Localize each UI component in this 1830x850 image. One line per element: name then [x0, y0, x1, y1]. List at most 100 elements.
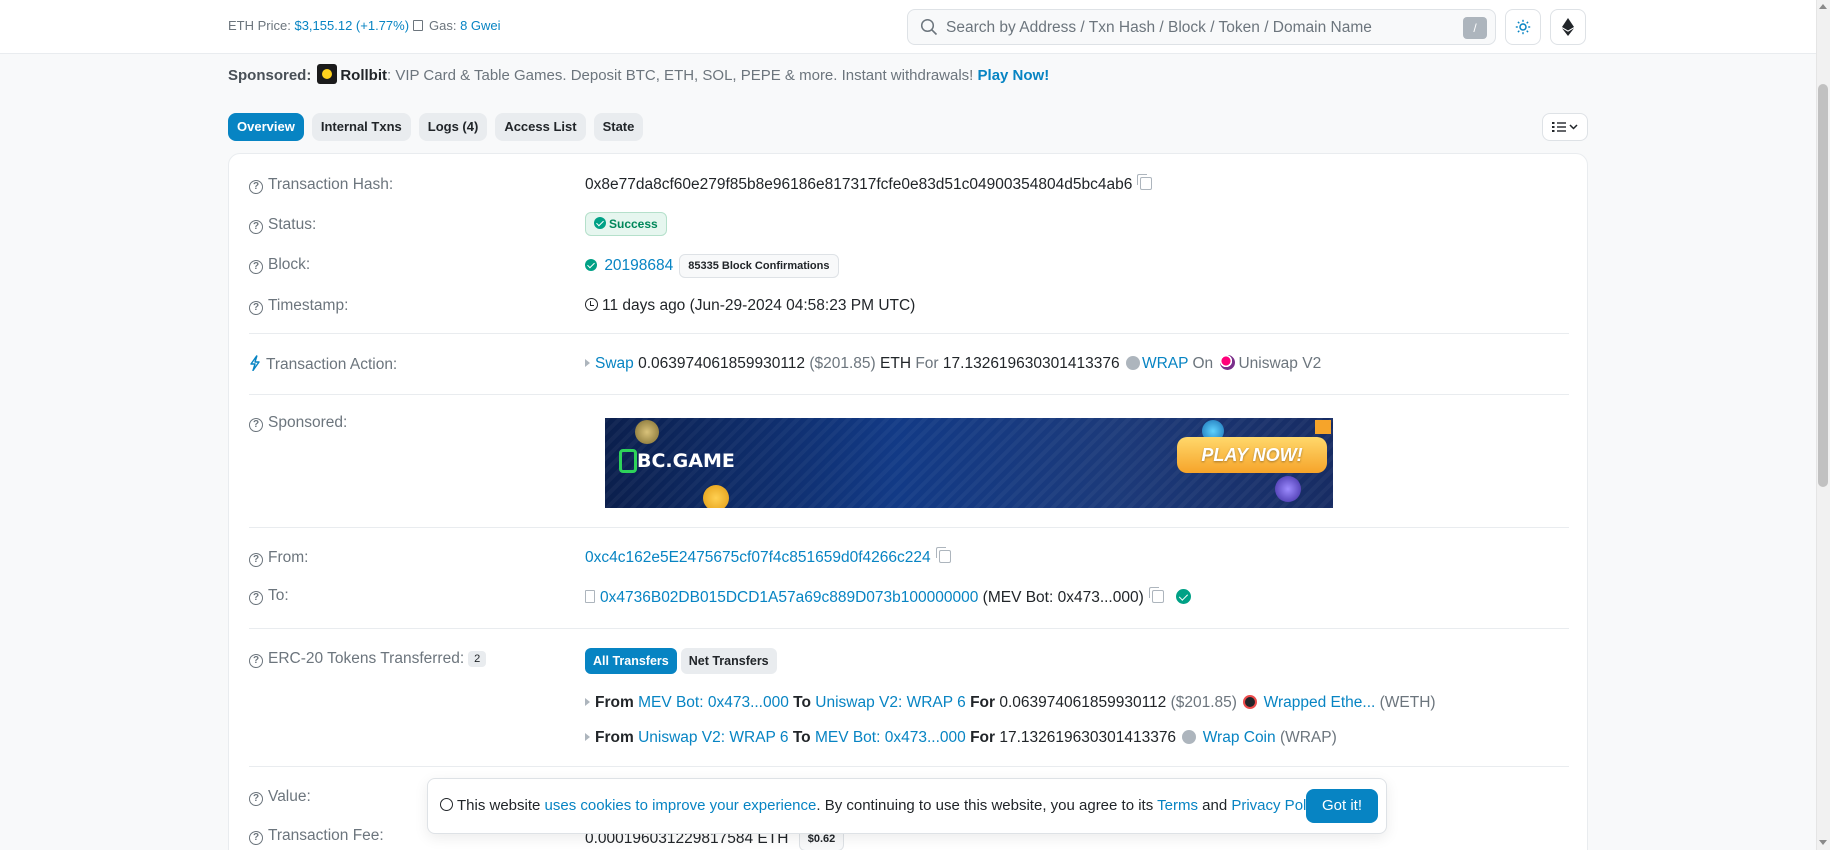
- transfer-row: From Uniswap V2: WRAP 6 To MEV Bot: 0x47…: [585, 729, 1337, 747]
- check-circle-icon: [585, 259, 597, 271]
- weth-token-icon: [1243, 695, 1258, 709]
- uniswap-icon: [1220, 355, 1236, 370]
- search-shortcut-key: /: [1463, 17, 1487, 39]
- gas-value[interactable]: 8 Gwei: [460, 18, 500, 33]
- transfer-from-link[interactable]: Uniswap V2: WRAP 6: [638, 729, 788, 746]
- copy-icon[interactable]: [1148, 587, 1164, 603]
- gas-label: Gas:: [429, 18, 457, 33]
- to-address-name: (MEV Bot: 0x473...000): [982, 589, 1144, 606]
- transaction-tabs: Overview Internal Txns Logs (4) Access L…: [228, 113, 644, 141]
- expand-caret-icon[interactable]: [585, 733, 590, 741]
- tab-access-list[interactable]: Access List: [495, 113, 586, 141]
- top-header: ETH Price: $3,155.12 (+1.77%) Gas: 8 Gwe…: [0, 0, 1816, 54]
- label-status: ? Status:: [249, 216, 316, 234]
- action-token-out-link[interactable]: WRAP: [1142, 355, 1188, 372]
- transfer-token-symbol: (WRAP): [1279, 729, 1337, 746]
- from-value: 0xc4c162e5E2475675cf07f4c851659d0f4266c2…: [585, 547, 951, 567]
- transfer-to-link[interactable]: MEV Bot: 0x473...000: [815, 729, 966, 746]
- transaction-action-value: Swap 0.063974061859930112 ($201.85) ETH …: [585, 355, 1321, 373]
- view-options-button[interactable]: [1542, 113, 1588, 141]
- transaction-overview-card: ? Transaction Hash: 0x8e77da8cf60e279f85b…: [228, 153, 1588, 850]
- expand-caret-icon[interactable]: [585, 698, 590, 706]
- contract-file-icon: [585, 590, 595, 603]
- search-icon: [920, 18, 938, 36]
- help-icon[interactable]: ?: [249, 220, 263, 234]
- help-icon[interactable]: ?: [249, 553, 263, 567]
- action-on-keyword: On: [1192, 355, 1214, 372]
- eth-price: ETH Price: $3,155.12 (+1.77%): [228, 18, 409, 33]
- transfer-from-link[interactable]: MEV Bot: 0x473...000: [638, 694, 789, 711]
- help-icon[interactable]: ?: [249, 591, 263, 605]
- cookie-policy-link[interactable]: uses cookies to improve your experience: [545, 797, 817, 814]
- net-transfers-button[interactable]: Net Transfers: [680, 648, 777, 674]
- eth-price-label: ETH Price:: [228, 18, 291, 33]
- list-check-icon: [1552, 122, 1566, 132]
- banner-play-button[interactable]: PLAY NOW!: [1177, 437, 1327, 473]
- transfer-amount: 17.132619630301413376: [999, 729, 1177, 746]
- action-amount-in-usd: ($201.85): [809, 355, 876, 372]
- sponsor-cta-link[interactable]: Play Now!: [978, 67, 1050, 84]
- label-from: ? From:: [249, 549, 308, 567]
- sponsor-brand[interactable]: Rollbit: [340, 67, 387, 84]
- tab-overview[interactable]: Overview: [228, 113, 304, 141]
- block-value: 20198684 85335 Block Confirmations: [585, 254, 839, 278]
- transfer-to-link[interactable]: Uniswap V2: WRAP 6: [815, 694, 965, 711]
- block-number-link[interactable]: 20198684: [604, 257, 673, 274]
- scroll-up-arrow-icon[interactable]: [1819, 4, 1827, 9]
- cookie-accept-button[interactable]: Got it!: [1306, 789, 1378, 823]
- label-to: ? To:: [249, 587, 289, 605]
- tab-internal-txns[interactable]: Internal Txns: [311, 113, 411, 141]
- coin-icon: [703, 485, 729, 508]
- to-value: 0x4736B02DB015DCD1A57a69c889D073b1000000…: [585, 587, 1191, 607]
- sponsored-ad-banner[interactable]: BC.GAME PLAY NOW!: [605, 418, 1333, 508]
- status-value: Success: [585, 212, 667, 236]
- wrap-token-icon: [1182, 730, 1197, 744]
- coin-icon: [1275, 476, 1301, 502]
- scrollbar-thumb[interactable]: [1818, 84, 1828, 487]
- help-icon[interactable]: ?: [249, 654, 263, 668]
- action-verb-link[interactable]: Swap: [595, 355, 634, 372]
- transfer-token-symbol: (WETH): [1379, 694, 1436, 711]
- copy-icon[interactable]: [935, 547, 951, 563]
- erc20-count-badge: 2: [468, 651, 487, 667]
- help-icon[interactable]: ?: [249, 180, 263, 194]
- gas-price: Gas: 8 Gwei: [413, 18, 501, 33]
- help-icon[interactable]: ?: [249, 792, 263, 806]
- tab-state[interactable]: State: [593, 113, 644, 141]
- to-address-link[interactable]: 0x4736B02DB015DCD1A57a69c889D073b1000000…: [600, 589, 978, 606]
- banner-brand: BC.GAME: [637, 450, 735, 472]
- tab-logs[interactable]: Logs (4): [418, 113, 488, 141]
- divider: [249, 766, 1569, 767]
- expand-caret-icon[interactable]: [585, 359, 590, 367]
- transfer-usd: ($201.85): [1170, 694, 1237, 711]
- eth-price-value[interactable]: $3,155.12 (+1.77%): [294, 18, 409, 33]
- search-input[interactable]: Search by Address / Txn Hash / Block / T…: [907, 9, 1496, 45]
- ad-choices-icon[interactable]: [1315, 420, 1331, 434]
- lightning-icon: [250, 355, 260, 372]
- terms-link[interactable]: Terms: [1157, 797, 1198, 814]
- sun-icon: [1515, 19, 1531, 35]
- transfer-token-link[interactable]: Wrapped Ethe...: [1264, 694, 1376, 711]
- copy-icon[interactable]: [1137, 174, 1153, 190]
- all-transfers-button[interactable]: All Transfers: [585, 648, 677, 674]
- cookie-icon: [440, 798, 453, 811]
- transfer-toggle: All Transfers Net Transfers: [585, 648, 781, 674]
- chevron-down-icon: [1569, 124, 1578, 130]
- scroll-down-arrow-icon[interactable]: [1819, 840, 1827, 845]
- check-circle-icon: [594, 217, 606, 229]
- from-address-link[interactable]: 0xc4c162e5E2475675cf07f4c851659d0f4266c2…: [585, 549, 931, 566]
- help-icon[interactable]: ?: [249, 418, 263, 432]
- network-switch-button[interactable]: [1550, 9, 1586, 45]
- clock-icon: [585, 298, 598, 311]
- sponsored-banner-text: Sponsored: Rollbit: VIP Card & Table Game…: [228, 64, 1049, 84]
- label-transaction-fee: ? Transaction Fee:: [249, 827, 384, 845]
- theme-toggle-button[interactable]: [1505, 9, 1541, 45]
- help-icon[interactable]: ?: [249, 260, 263, 274]
- divider: [249, 527, 1569, 528]
- help-icon[interactable]: ?: [249, 301, 263, 315]
- transfer-token-link[interactable]: Wrap Coin: [1203, 729, 1276, 746]
- help-icon[interactable]: ?: [249, 831, 263, 845]
- label-value: ? Value:: [249, 788, 311, 806]
- cookie-consent-bar: This website uses cookies to improve you…: [427, 778, 1387, 834]
- verified-check-icon: [1175, 589, 1191, 604]
